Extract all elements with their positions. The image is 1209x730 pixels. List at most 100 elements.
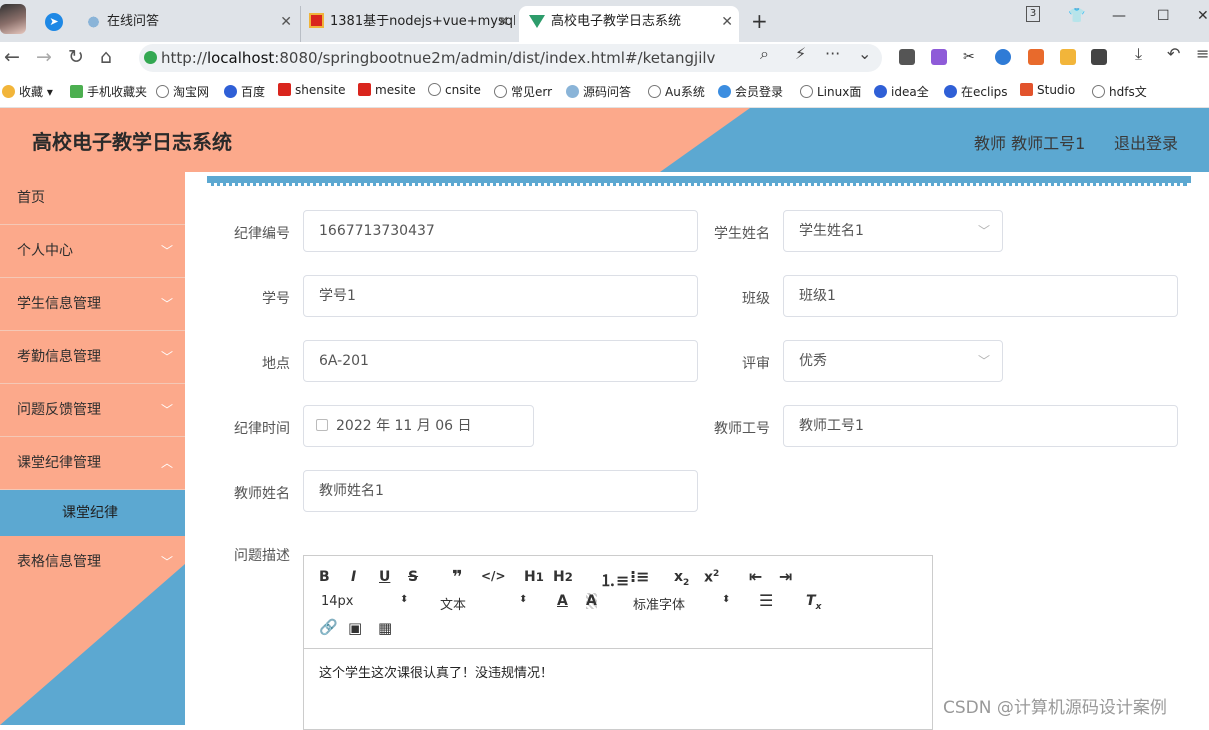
- clear-format-icon[interactable]: Tx: [806, 593, 821, 612]
- strike-icon[interactable]: S: [408, 569, 418, 585]
- menu-icon[interactable]: ≡: [1196, 44, 1209, 63]
- bookmark-item[interactable]: shensite: [278, 83, 346, 97]
- bookmark-item[interactable]: 收藏 ▾: [2, 83, 53, 100]
- discipline-no-field[interactable]: 1667713730437: [303, 210, 698, 252]
- bookmark-item[interactable]: 源码问答: [566, 83, 631, 100]
- header2-icon[interactable]: H2: [553, 569, 573, 585]
- bookmark-item[interactable]: Studio: [1020, 83, 1075, 97]
- sidebar-item-profile[interactable]: 个人中心 ﹀: [0, 225, 185, 278]
- undo-icon[interactable]: ↶: [1167, 44, 1180, 63]
- zoom-icon[interactable]: ⌕: [760, 44, 769, 64]
- translate-icon[interactable]: [931, 49, 947, 65]
- back-icon[interactable]: ←: [4, 46, 20, 68]
- header1-icon[interactable]: H1: [524, 569, 544, 585]
- outdent-icon[interactable]: ⇤: [749, 567, 762, 586]
- browser-tab-strip: ➤ 在线问答 ✕ 1381基于nodejs+vue+mysql ✕ 高校电子教学…: [0, 0, 1209, 42]
- bookmark-item[interactable]: hdfs文: [1092, 83, 1147, 100]
- bookmark-item[interactable]: idea全: [874, 83, 929, 100]
- indent-icon[interactable]: ⇥: [779, 567, 792, 586]
- bookmark-item[interactable]: 百度: [224, 83, 265, 100]
- bookmark-item[interactable]: Au系统: [648, 83, 705, 100]
- download-icon[interactable]: ⤓: [1135, 44, 1142, 64]
- code-block-icon[interactable]: </>: [481, 569, 506, 583]
- align-icon[interactable]: ☰: [759, 591, 773, 610]
- bookmark-item[interactable]: 常见err: [494, 83, 552, 100]
- subscript-icon[interactable]: x2: [674, 569, 689, 588]
- maximize-icon[interactable]: ☐: [1157, 8, 1170, 24]
- close-tab-icon[interactable]: ✕: [497, 6, 509, 38]
- location-field[interactable]: 6A-201: [303, 340, 698, 382]
- new-tab-icon[interactable]: +: [751, 9, 768, 33]
- logout-button[interactable]: 退出登录: [1114, 130, 1178, 154]
- bookmark-item[interactable]: 手机收藏夹: [70, 83, 147, 100]
- bookmark-item[interactable]: mesite: [358, 83, 416, 97]
- minimize-icon[interactable]: —: [1112, 8, 1126, 24]
- close-tab-icon[interactable]: ✕: [721, 6, 733, 38]
- forward-icon[interactable]: →: [36, 46, 52, 68]
- teacher-name-field[interactable]: 教师姓名1: [303, 470, 698, 512]
- address-bar-row: ← → ↻ ⌂ http://localhost:8080/springboot…: [0, 42, 1209, 74]
- header-select[interactable]: 文本: [440, 594, 466, 613]
- time-datepicker[interactable]: 2022 年 11 月 06 日: [303, 405, 534, 447]
- browser-tab-qa[interactable]: 在线问答 ✕: [78, 6, 298, 42]
- video-icon[interactable]: ▦: [378, 619, 392, 637]
- student-name-select[interactable]: 学生姓名1 ﹀: [783, 210, 1003, 252]
- superscript-icon[interactable]: x2: [704, 569, 719, 586]
- italic-icon[interactable]: I: [351, 569, 356, 585]
- sidebar-subitem-discipline[interactable]: 课堂纪律: [0, 490, 185, 536]
- font-family-select[interactable]: 标准字体: [633, 594, 685, 613]
- class-field[interactable]: 班级1: [783, 275, 1178, 317]
- tab-count-badge[interactable]: 3: [1026, 6, 1040, 22]
- link-icon[interactable]: 🔗: [319, 618, 338, 636]
- bookmark-item[interactable]: cnsite: [428, 83, 481, 97]
- reload-icon[interactable]: ↻: [68, 46, 84, 68]
- sidebar-item-home[interactable]: 首页: [0, 172, 185, 225]
- url-input[interactable]: http://localhost:8080/springbootnue2m/ad…: [139, 44, 882, 72]
- teacher-name-label: 教师姓名: [234, 486, 290, 502]
- shield-icon[interactable]: [1060, 49, 1076, 65]
- scissors-icon[interactable]: ✂: [963, 49, 979, 65]
- sidebar-item-students[interactable]: 学生信息管理 ﹀: [0, 278, 185, 331]
- font-color-icon[interactable]: A: [557, 593, 568, 609]
- send-icon[interactable]: ➤: [45, 13, 63, 31]
- apps-grid-icon[interactable]: [1091, 49, 1107, 65]
- student-id-field[interactable]: 学号1: [303, 275, 698, 317]
- teacher-id-field[interactable]: 教师工号1: [783, 405, 1178, 447]
- bookmark-item[interactable]: Linux面: [800, 83, 861, 100]
- app-header: 高校电子教学日志系统 教师 教师工号1 退出登录: [0, 108, 1209, 172]
- game-icon[interactable]: [1028, 49, 1044, 65]
- profile-avatar[interactable]: [0, 4, 26, 34]
- bookmark-label: 常见err: [511, 85, 553, 99]
- sidebar-item-tables[interactable]: 表格信息管理 ﹀: [0, 536, 185, 589]
- ordered-list-icon[interactable]: ⒈≡: [600, 567, 629, 591]
- bookmark-item[interactable]: 淘宝网: [156, 83, 209, 100]
- rating-select[interactable]: 优秀 ﹀: [783, 340, 1003, 382]
- class-label: 班级: [742, 291, 770, 307]
- lightning-icon[interactable]: ⚡: [795, 44, 806, 63]
- browser-tab-article[interactable]: 1381基于nodejs+vue+mysql ✕: [300, 6, 515, 42]
- sidebar-item-attendance[interactable]: 考勤信息管理 ﹀: [0, 331, 185, 384]
- blockquote-icon[interactable]: ❞: [452, 567, 463, 588]
- editor-content[interactable]: 这个学生这次课很认真了！没违规情况！: [319, 662, 553, 681]
- underline-icon[interactable]: U: [379, 569, 390, 585]
- extension-icon[interactable]: [899, 49, 915, 65]
- close-tab-icon[interactable]: ✕: [280, 6, 292, 38]
- browser-tab-active[interactable]: 高校电子教学日志系统 ✕: [519, 6, 739, 42]
- home-icon[interactable]: ⌂: [100, 46, 112, 68]
- bookmark-item[interactable]: 会员登录: [718, 83, 783, 100]
- close-window-icon[interactable]: ✕: [1197, 8, 1209, 24]
- bookmark-item[interactable]: 在eclips: [944, 83, 1008, 100]
- bullet-list-icon[interactable]: ⁝≡: [630, 567, 649, 586]
- background-color-icon[interactable]: A: [586, 593, 597, 609]
- search-ext-icon[interactable]: [995, 49, 1011, 65]
- chevron-down-icon[interactable]: ⌄: [858, 44, 871, 63]
- font-size-select[interactable]: 14px: [321, 594, 354, 609]
- shirt-icon[interactable]: 👕: [1068, 8, 1085, 24]
- studio-icon: [1020, 83, 1033, 96]
- chevron-down-icon: ﹀: [977, 224, 990, 238]
- image-icon[interactable]: ▣: [348, 619, 362, 637]
- sidebar-item-feedback[interactable]: 问题反馈管理 ﹀: [0, 384, 185, 437]
- sidebar-item-discipline[interactable]: 课堂纪律管理 ︿: [0, 437, 185, 490]
- more-icon[interactable]: ···: [825, 44, 840, 63]
- bold-icon[interactable]: B: [319, 569, 330, 585]
